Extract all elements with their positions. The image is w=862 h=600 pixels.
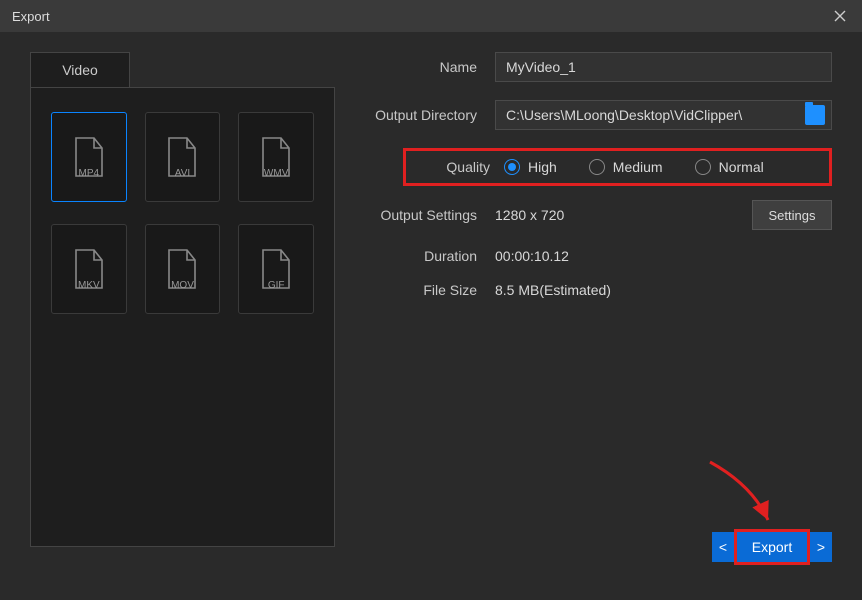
- bottom-bar: < Export >: [712, 529, 832, 565]
- output-settings-value: 1280 x 720: [495, 207, 742, 223]
- format-mp4[interactable]: MP4: [51, 112, 127, 202]
- name-value: MyVideo_1: [506, 59, 576, 75]
- folder-icon[interactable]: [805, 105, 825, 125]
- duration-value: 00:00:10.12: [495, 248, 832, 264]
- tab-video[interactable]: Video: [30, 52, 130, 88]
- format-label: MP4: [79, 168, 100, 179]
- quality-normal-radio[interactable]: Normal: [695, 159, 764, 175]
- format-avi[interactable]: AVI: [145, 112, 221, 202]
- output-dir-label: Output Directory: [355, 107, 495, 123]
- format-label: GIF: [268, 280, 285, 291]
- quality-row: Quality High Medium Normal: [403, 148, 832, 186]
- quality-high-radio[interactable]: High: [504, 159, 557, 175]
- radio-icon: [695, 159, 711, 175]
- format-label: MOV: [171, 280, 194, 291]
- format-wmv[interactable]: WMV: [238, 112, 314, 202]
- format-label: MKV: [78, 280, 100, 291]
- format-mkv[interactable]: MKV: [51, 224, 127, 314]
- close-button[interactable]: [818, 0, 862, 32]
- radio-label: Normal: [719, 159, 764, 175]
- settings-button[interactable]: Settings: [752, 200, 832, 230]
- radio-icon: [589, 159, 605, 175]
- output-dir-value: C:\Users\MLoong\Desktop\VidClipper\: [506, 107, 742, 123]
- close-icon: [834, 10, 846, 22]
- format-mov[interactable]: MOV: [145, 224, 221, 314]
- duration-label: Duration: [355, 248, 495, 264]
- export-button[interactable]: Export: [737, 532, 807, 562]
- filesize-label: File Size: [355, 282, 495, 298]
- format-gif[interactable]: GIF: [238, 224, 314, 314]
- quality-medium-radio[interactable]: Medium: [589, 159, 663, 175]
- right-pane: Name MyVideo_1 Output Directory C:\Users…: [355, 32, 862, 600]
- filesize-value: 8.5 MB(Estimated): [495, 282, 832, 298]
- prev-button[interactable]: <: [712, 532, 734, 562]
- format-label: AVI: [175, 168, 190, 179]
- output-dir-input[interactable]: C:\Users\MLoong\Desktop\VidClipper\: [495, 100, 832, 130]
- radio-label: Medium: [613, 159, 663, 175]
- name-input[interactable]: MyVideo_1: [495, 52, 832, 82]
- name-label: Name: [355, 59, 495, 75]
- left-pane: Video MP4 AVI WMV MKV MOV: [0, 32, 355, 600]
- next-button[interactable]: >: [810, 532, 832, 562]
- radio-icon: [504, 159, 520, 175]
- format-panel: MP4 AVI WMV MKV MOV GIF: [30, 87, 335, 547]
- export-highlight: Export: [734, 529, 810, 565]
- output-settings-label: Output Settings: [355, 207, 495, 223]
- quality-label: Quality: [416, 159, 490, 175]
- format-label: WMV: [264, 168, 288, 179]
- titlebar: Export: [0, 0, 862, 32]
- radio-label: High: [528, 159, 557, 175]
- window-title: Export: [12, 9, 818, 24]
